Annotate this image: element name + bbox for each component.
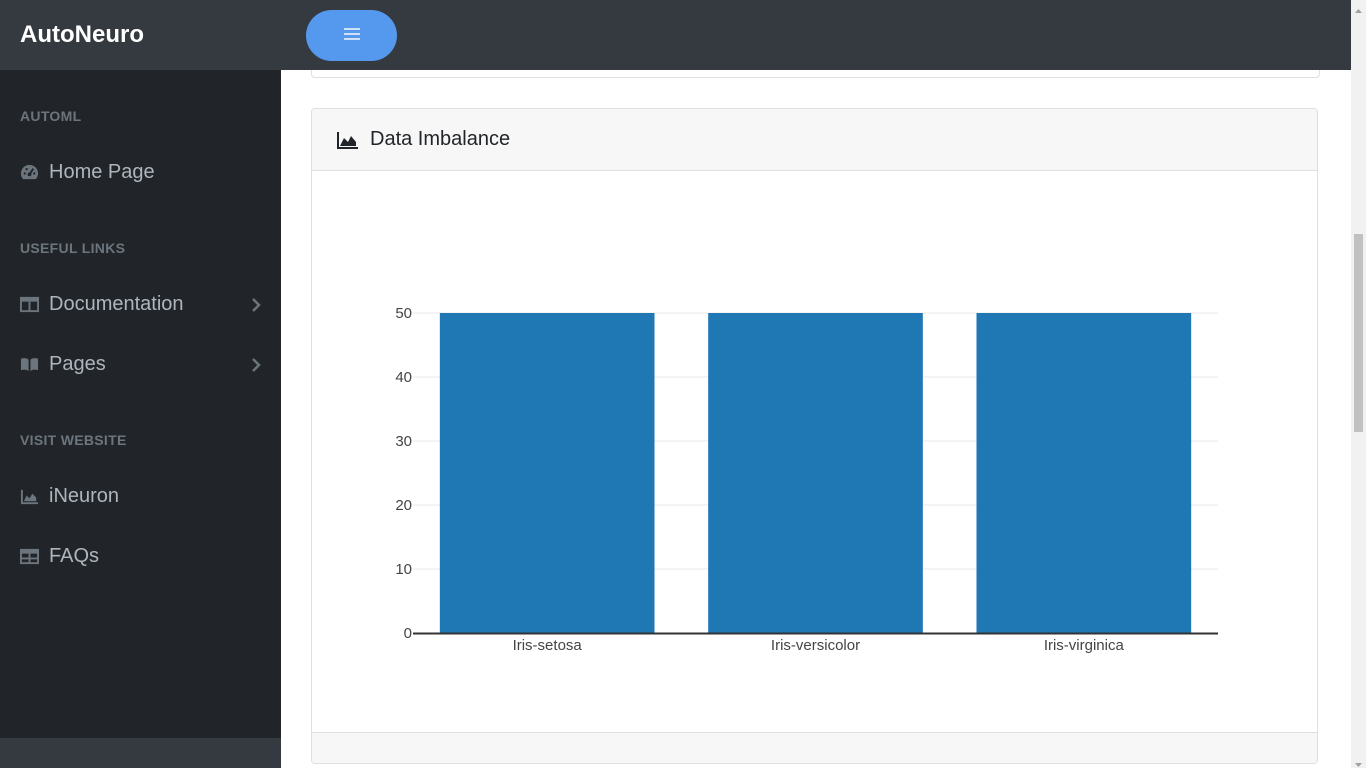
chevron-right-icon xyxy=(251,356,261,372)
data-imbalance-card: Data Imbalance 0 10 20 30 40 50 Iris-setosa Iri… xyxy=(311,108,1318,764)
book-icon xyxy=(20,355,39,374)
scroll-up-arrow-icon[interactable] xyxy=(1354,3,1363,13)
y-tick-label: 30 xyxy=(395,433,412,450)
bar[interactable] xyxy=(439,313,655,633)
card-header: Data Imbalance xyxy=(312,109,1317,171)
brand-title[interactable]: AutoNeuro xyxy=(0,0,281,70)
page-scrollbar[interactable] xyxy=(1351,0,1366,768)
scrollbar-thumb[interactable] xyxy=(1354,234,1363,432)
y-tick-label: 0 xyxy=(404,625,412,642)
card-title: Data Imbalance xyxy=(370,128,511,150)
main-content: Data Imbalance 0 10 20 30 40 50 Iris-setosa Iri… xyxy=(281,0,1351,768)
topbar xyxy=(281,0,1351,70)
sidebar-item-label: iNeuron xyxy=(49,484,120,507)
y-tick-label: 10 xyxy=(395,561,412,578)
sidebar-item-label: FAQs xyxy=(49,544,100,567)
y-tick-label: 20 xyxy=(395,497,412,514)
y-tick-label: 40 xyxy=(395,369,412,386)
sidebar: AutoNeuro AUTOML Home Page USEFUL LINKS … xyxy=(0,0,281,768)
sidebar-item-documentation[interactable]: Documentation xyxy=(0,282,281,326)
x-tick-label: Iris-virginica xyxy=(1044,637,1125,654)
sidebar-item-faqs[interactable]: FAQs xyxy=(0,534,281,578)
card-body: 0 10 20 30 40 50 Iris-setosa Iris-versicolor Iri… xyxy=(312,171,1317,734)
area-chart-icon xyxy=(337,131,359,149)
card-footer xyxy=(312,732,1317,763)
sidebar-item-ineuron[interactable]: iNeuron xyxy=(0,474,281,518)
sidebar-footer xyxy=(0,738,281,768)
sidebar-item-label: Documentation xyxy=(49,292,184,315)
sidebar-item-home-page[interactable]: Home Page xyxy=(0,150,281,194)
sidebar-item-label: Pages xyxy=(49,352,106,375)
sidebar-heading-visit-website: VISIT WEBSITE xyxy=(20,432,127,448)
bar[interactable] xyxy=(708,313,923,633)
chevron-right-icon xyxy=(251,296,261,312)
table-icon xyxy=(20,547,39,566)
x-tick-label: Iris-setosa xyxy=(513,637,583,654)
bar-chart[interactable]: 0 10 20 30 40 50 Iris-setosa Iris-versicolor Iri… xyxy=(312,171,1317,734)
tachometer-icon xyxy=(20,163,39,182)
bar[interactable] xyxy=(976,313,1192,633)
sidebar-heading-automl: AUTOML xyxy=(20,108,82,124)
y-tick-label: 50 xyxy=(395,305,412,322)
sidebar-item-pages[interactable]: Pages xyxy=(0,342,281,386)
sidebar-heading-useful-links: USEFUL LINKS xyxy=(20,240,126,256)
sidebar-item-label: Home Page xyxy=(49,160,155,183)
area-chart-icon xyxy=(20,487,39,506)
x-tick-label: Iris-versicolor xyxy=(771,637,860,654)
scroll-down-arrow-icon[interactable] xyxy=(1354,756,1363,767)
sidebar-toggle-button[interactable] xyxy=(306,10,397,61)
menu-icon xyxy=(343,27,360,44)
columns-icon xyxy=(20,295,39,314)
